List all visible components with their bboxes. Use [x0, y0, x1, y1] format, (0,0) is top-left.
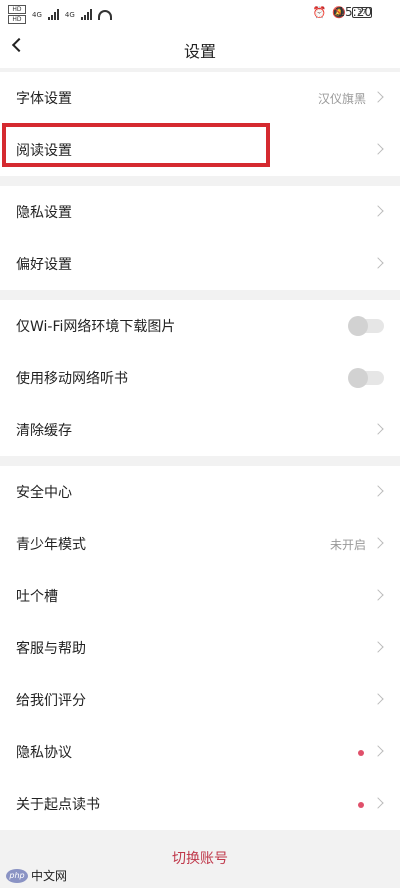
row-label: 客服与帮助	[16, 641, 86, 657]
chevron-right-icon	[372, 537, 384, 549]
chevron-right-icon	[372, 91, 384, 103]
security-center-row[interactable]: 安全中心	[0, 466, 400, 518]
feedback-row[interactable]: 吐个槽	[0, 570, 400, 622]
row-label: 安全中心	[16, 485, 72, 501]
php-logo-icon: php	[6, 868, 28, 883]
row-label: 青少年模式	[16, 537, 86, 553]
teen-mode-row[interactable]: 青少年模式 未开启	[0, 518, 400, 570]
wifi-only-toggle[interactable]	[348, 316, 384, 336]
row-label: 字体设置	[16, 91, 72, 107]
row-label: 使用移动网络听书	[16, 371, 128, 387]
privacy-settings-row[interactable]: 隐私设置	[0, 186, 400, 238]
settings-group-privacy: 隐私设置 偏好设置	[0, 186, 400, 290]
chevron-right-icon	[372, 257, 384, 269]
signal-icon	[47, 9, 59, 20]
help-row[interactable]: 客服与帮助	[0, 622, 400, 674]
chevron-right-icon	[372, 423, 384, 435]
row-label: 清除缓存	[16, 423, 72, 439]
sim-indicator: HD HD	[8, 5, 26, 24]
wifi-icon	[97, 9, 112, 20]
chevron-right-icon	[372, 205, 384, 217]
row-label: 吐个槽	[16, 589, 58, 605]
privacy-policy-row[interactable]: 隐私协议	[0, 726, 400, 778]
row-label: 隐私设置	[16, 205, 72, 221]
mobile-listen-toggle[interactable]	[348, 368, 384, 388]
teen-mode-value: 未开启	[329, 537, 366, 552]
chevron-right-icon	[372, 641, 384, 653]
about-row[interactable]: 关于起点读书	[0, 778, 400, 830]
clear-cache-row[interactable]: 清除缓存	[0, 404, 400, 456]
settings-group-about: 安全中心 青少年模式 未开启 吐个槽 客服与帮助 给我们评分 隐私协议 关于起点…	[0, 466, 400, 830]
switch-account-button[interactable]: 切换账号	[0, 848, 400, 868]
row-label: 隐私协议	[16, 745, 72, 761]
mobile-listen-row: 使用移动网络听书	[0, 352, 400, 404]
chevron-right-icon	[372, 143, 384, 155]
settings-group-network: 仅Wi-Fi网络环境下载图片 使用移动网络听书 清除缓存	[0, 300, 400, 456]
alarm-icon: ⏰	[312, 6, 327, 19]
signal-label-2: 4G	[64, 10, 75, 19]
status-bar: HD HD 4G 4G ⏰ 🔕 37 🍃 15:20	[0, 0, 400, 28]
chevron-right-icon	[372, 485, 384, 497]
settings-group-reading: 字体设置 汉仪旗黑 阅读设置	[0, 72, 400, 176]
row-label: 阅读设置	[16, 143, 72, 159]
signal-icon	[80, 9, 92, 20]
page-title: 设置	[183, 42, 216, 61]
title-bar: 设置	[0, 28, 400, 68]
reading-settings-row[interactable]: 阅读设置	[0, 123, 400, 176]
new-badge-dot	[358, 802, 364, 808]
font-settings-row[interactable]: 字体设置 汉仪旗黑	[0, 72, 400, 124]
row-label: 给我们评分	[16, 693, 86, 709]
watermark: php 中文网	[6, 867, 67, 884]
font-value: 汉仪旗黑	[317, 91, 366, 106]
signal-label-1: 4G	[32, 10, 42, 19]
new-badge-dot	[358, 750, 364, 756]
chevron-right-icon	[372, 797, 384, 809]
clock: 15:20	[337, 5, 372, 19]
rate-us-row[interactable]: 给我们评分	[0, 674, 400, 726]
row-label: 偏好设置	[16, 257, 72, 273]
row-label: 仅Wi-Fi网络环境下载图片	[16, 319, 176, 335]
watermark-text: 中文网	[31, 869, 68, 883]
wifi-only-images-row: 仅Wi-Fi网络环境下载图片	[0, 300, 400, 352]
chevron-right-icon	[372, 745, 384, 757]
preference-settings-row[interactable]: 偏好设置	[0, 238, 400, 290]
chevron-right-icon	[372, 589, 384, 601]
chevron-right-icon	[372, 693, 384, 705]
row-label: 关于起点读书	[16, 797, 100, 813]
